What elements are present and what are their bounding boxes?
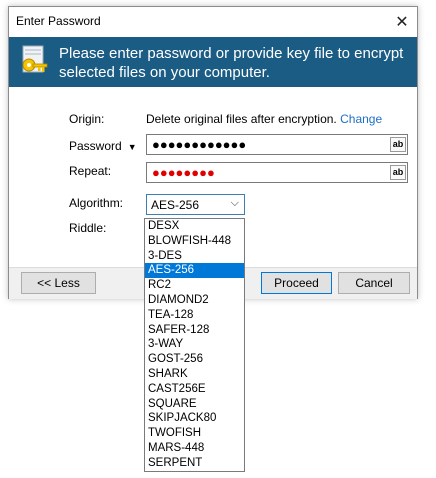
- less-button[interactable]: << Less: [21, 272, 96, 294]
- reveal-password-button[interactable]: ab: [390, 137, 406, 152]
- algorithm-option-blowfish-448[interactable]: BLOWFISH-448: [145, 234, 244, 249]
- algorithm-option-aes-256[interactable]: AES-256: [145, 263, 244, 279]
- repeat-field[interactable]: ●●●●●●●● ab: [146, 162, 408, 183]
- algorithm-option-safer-128[interactable]: SAFER-128: [145, 323, 244, 338]
- password-label[interactable]: Password ▼: [69, 139, 137, 153]
- algorithm-option-skipjack80[interactable]: SKIPJACK80: [145, 411, 244, 426]
- riddle-label: Riddle:: [69, 221, 107, 235]
- password-label-text: Password: [69, 139, 122, 153]
- key-file-icon: [22, 45, 48, 73]
- algorithm-option-serpent[interactable]: SERPENT: [145, 456, 244, 471]
- algorithm-option-desx[interactable]: DESX: [145, 219, 244, 234]
- algorithm-option-mars-448[interactable]: MARS-448: [145, 441, 244, 456]
- title-bar: Enter Password ✕: [9, 7, 417, 37]
- origin-info: Delete original files after encryption. …: [146, 112, 382, 126]
- origin-label: Origin:: [69, 112, 105, 126]
- algorithm-option-3-way[interactable]: 3-WAY: [145, 337, 244, 352]
- algorithm-option-diamond2[interactable]: DIAMOND2: [145, 293, 244, 308]
- algorithm-dropdown-list[interactable]: DESX BLOWFISH-448 3-DES AES-256 RC2 DIAM…: [144, 218, 245, 472]
- repeat-label: Repeat:: [69, 164, 112, 178]
- algorithm-option-cast256e[interactable]: CAST256E: [145, 382, 244, 397]
- algorithm-option-gost-256[interactable]: GOST-256: [145, 352, 244, 367]
- algorithm-option-shark[interactable]: SHARK: [145, 367, 244, 382]
- dialog-title: Enter Password: [16, 14, 101, 28]
- algorithm-select[interactable]: AES-256 ⌵: [146, 194, 245, 215]
- algorithm-option-3-des[interactable]: 3-DES: [145, 249, 244, 264]
- algorithm-value: AES-256: [151, 198, 200, 212]
- algorithm-label: Algorithm:: [69, 196, 124, 210]
- chevron-down-icon: ⌵: [230, 197, 239, 209]
- algorithm-option-square[interactable]: SQUARE: [145, 397, 244, 412]
- repeat-mask: ●●●●●●●●: [152, 165, 215, 180]
- algorithm-option-twofish[interactable]: TWOFISH: [145, 426, 244, 441]
- algorithm-option-rc2[interactable]: RC2: [145, 278, 244, 293]
- banner-message: Please enter password or provide key fil…: [59, 45, 404, 81]
- algorithm-option-tea-128[interactable]: TEA-128: [145, 308, 244, 323]
- password-mask: ●●●●●●●●●●●●: [152, 137, 247, 152]
- close-icon[interactable]: ✕: [387, 7, 417, 37]
- cancel-button[interactable]: Cancel: [338, 272, 410, 294]
- caret-down-icon: ▼: [127, 142, 137, 152]
- reveal-repeat-button[interactable]: ab: [390, 165, 406, 180]
- change-link[interactable]: Change: [340, 112, 382, 126]
- banner: Please enter password or provide key fil…: [9, 37, 417, 87]
- password-field[interactable]: ●●●●●●●●●●●● ab: [146, 134, 408, 155]
- origin-text: Delete original files after encryption.: [146, 112, 337, 126]
- proceed-button[interactable]: Proceed: [261, 272, 332, 294]
